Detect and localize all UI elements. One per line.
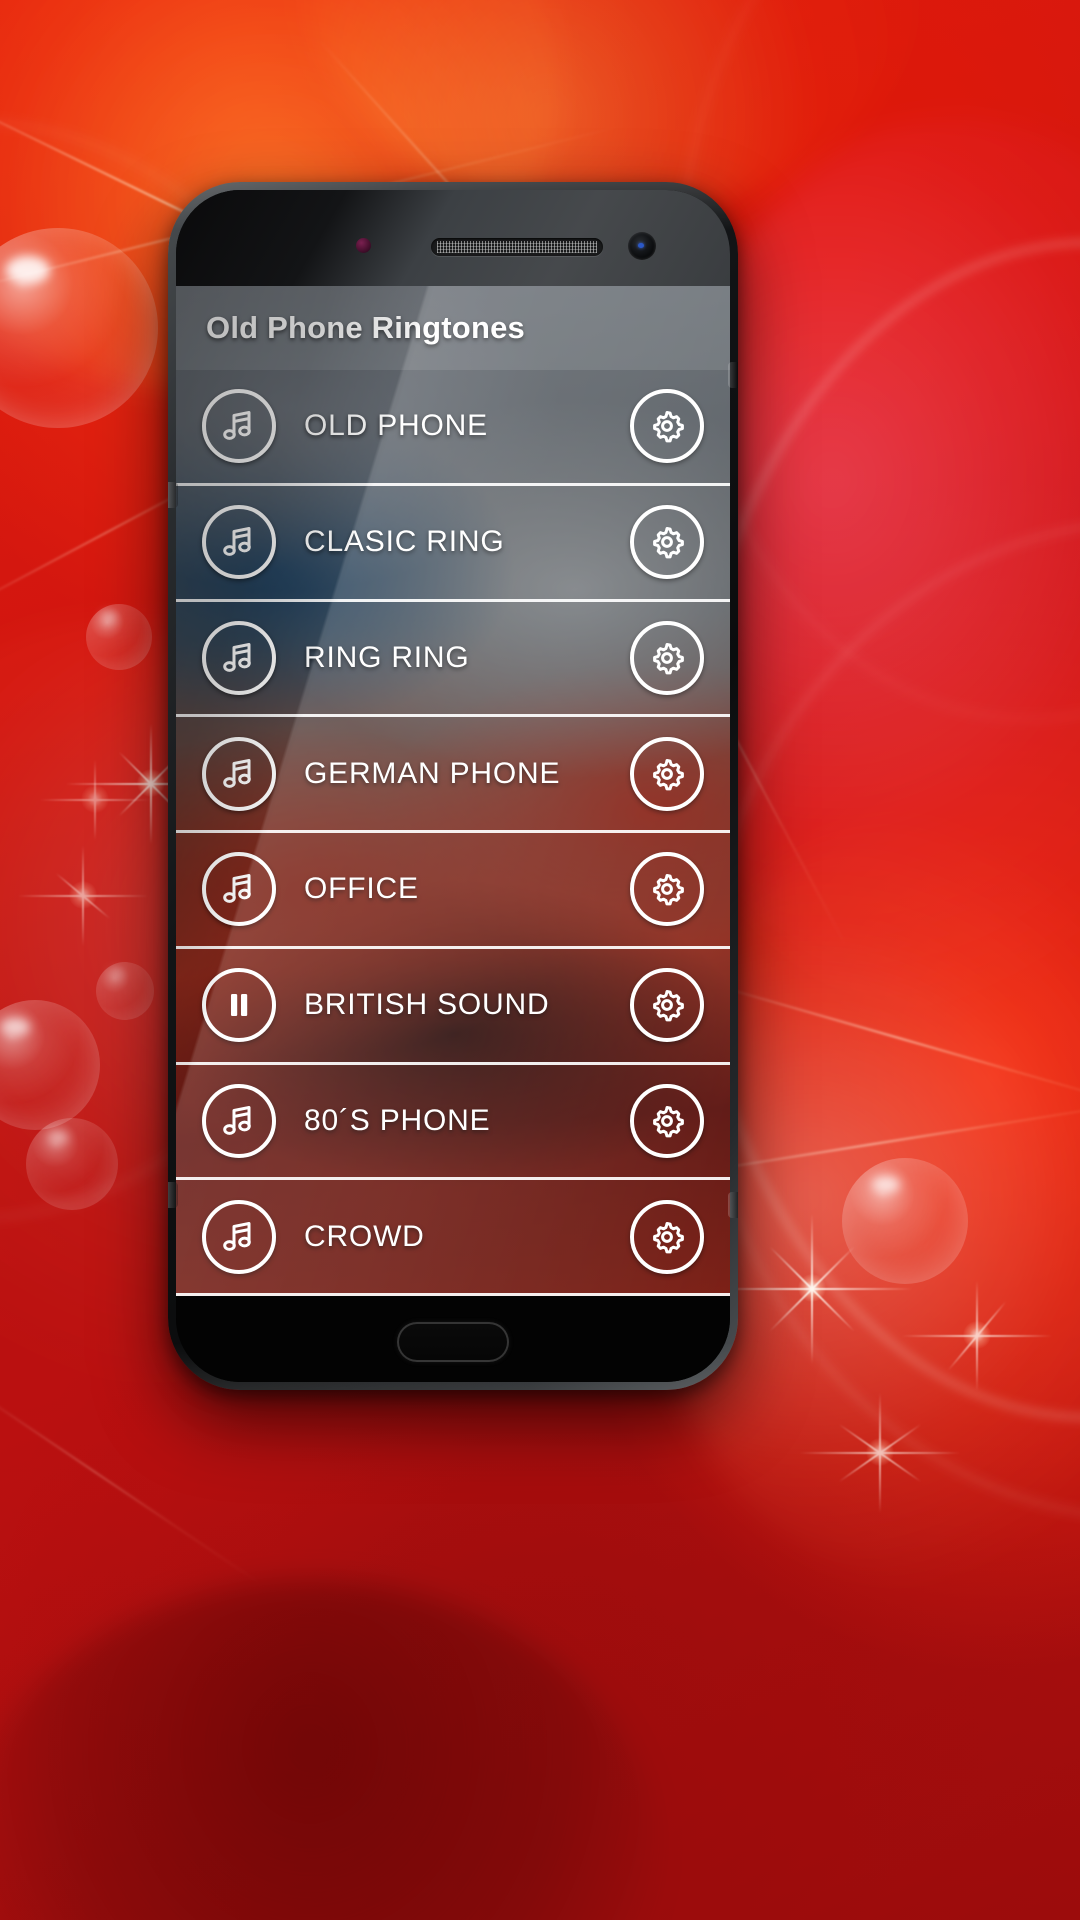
phone-device-mockup: Old Phone Ringtones OLD PHONE CLASIC RIN… — [168, 182, 738, 1390]
ringtone-list-item[interactable]: RING RING — [176, 602, 730, 718]
phone-top-bezel — [176, 190, 730, 286]
music-note-icon[interactable] — [202, 1083, 276, 1158]
ringtone-name: OFFICE — [304, 872, 419, 906]
ringtone-list-item[interactable]: GERMAN PHONE — [176, 717, 730, 833]
music-note-icon[interactable] — [202, 1199, 276, 1274]
music-note-icon[interactable] — [202, 389, 276, 464]
ringtone-name: OLD PHONE — [304, 409, 488, 443]
page-title: Old Phone Ringtones — [206, 310, 525, 345]
gear-icon[interactable] — [630, 736, 704, 811]
ringtone-list-item[interactable]: 80´S PHONE — [176, 1065, 730, 1181]
ringtone-list-item[interactable]: CROWD — [176, 1180, 730, 1296]
gear-icon[interactable] — [630, 505, 704, 580]
app-header-bar: Old Phone Ringtones — [176, 286, 730, 370]
phone-inner-body: Old Phone Ringtones OLD PHONE CLASIC RIN… — [176, 190, 730, 1382]
proximity-sensor-icon — [356, 238, 371, 253]
ringtone-name: GERMAN PHONE — [304, 756, 561, 790]
music-note-icon[interactable] — [202, 620, 276, 695]
gear-icon[interactable] — [630, 1199, 704, 1274]
ringtone-list-item[interactable]: BRITISH SOUND — [176, 949, 730, 1065]
phone-bottom-bezel — [176, 1296, 730, 1382]
ringtone-list-item[interactable]: OLD PHONE — [176, 370, 730, 486]
gear-icon[interactable] — [630, 1083, 704, 1158]
ringtone-name: BRITISH SOUND — [304, 988, 550, 1022]
music-note-icon[interactable] — [202, 736, 276, 811]
screenshot-stage: Old Phone Ringtones OLD PHONE CLASIC RIN… — [0, 0, 1080, 1920]
front-camera-icon — [628, 232, 656, 260]
ringtone-list-item[interactable]: CLASIC RING — [176, 486, 730, 602]
gear-icon[interactable] — [630, 620, 704, 695]
ringtone-name: CLASIC RING — [304, 525, 505, 559]
phone-screen: Old Phone Ringtones OLD PHONE CLASIC RIN… — [176, 286, 730, 1296]
gear-icon[interactable] — [630, 852, 704, 927]
ringtone-name: RING RING — [304, 640, 470, 674]
ringtone-list: OLD PHONE CLASIC RING RING RING GERMAN P… — [176, 370, 730, 1296]
music-note-icon[interactable] — [202, 505, 276, 580]
gear-icon[interactable] — [630, 389, 704, 464]
pause-icon[interactable] — [202, 968, 276, 1043]
music-note-icon[interactable] — [202, 852, 276, 927]
ringtone-name: CROWD — [304, 1219, 425, 1253]
gear-icon[interactable] — [630, 968, 704, 1043]
ringtone-app: Old Phone Ringtones OLD PHONE CLASIC RIN… — [176, 286, 730, 1296]
home-button[interactable] — [397, 1322, 509, 1362]
ringtone-list-item[interactable]: OFFICE — [176, 833, 730, 949]
ringtone-name: 80´S PHONE — [304, 1103, 491, 1137]
earpiece-speaker-icon — [431, 238, 603, 256]
